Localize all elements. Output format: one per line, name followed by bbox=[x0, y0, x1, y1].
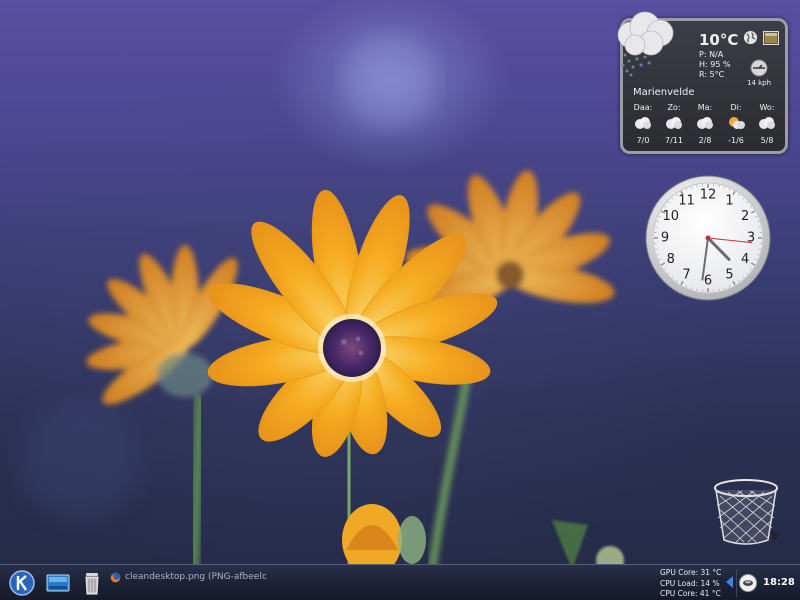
rain-clouds-icon bbox=[617, 11, 674, 77]
weather-location: Marienvelde bbox=[633, 87, 695, 98]
current-temperature: 10°C bbox=[699, 31, 739, 49]
clock-center-pin bbox=[705, 235, 711, 241]
clock-numeral: 12 bbox=[700, 188, 717, 203]
network-status-icon[interactable] bbox=[738, 573, 758, 593]
wind-speed: 14 kph bbox=[747, 79, 772, 87]
humidity-value: H: 95 % bbox=[699, 60, 731, 69]
clock-numeral: 9 bbox=[661, 231, 669, 246]
clock-numeral: 4 bbox=[741, 252, 749, 267]
clock-numeral: 5 bbox=[725, 268, 733, 283]
forecast-day: Wo: 5/8 bbox=[753, 103, 781, 145]
clock-numeral: 11 bbox=[678, 193, 695, 208]
tray-expand-arrow-icon[interactable] bbox=[724, 575, 734, 589]
system-clock[interactable]: 18:28 bbox=[763, 577, 795, 588]
wind-icon bbox=[750, 59, 768, 77]
cloudy-icon bbox=[635, 117, 651, 129]
forecast-temps: 7/11 bbox=[665, 136, 683, 145]
firefox-icon bbox=[110, 571, 121, 583]
clock-numeral: 1 bbox=[725, 193, 733, 208]
forecast-temps: 5/8 bbox=[760, 136, 774, 145]
weather-details: P: N/A H: 95 % R: 5°C bbox=[699, 50, 731, 80]
cpu-load: CPU Load: 14 % bbox=[660, 578, 720, 588]
forecast-day-label: Ma: bbox=[697, 103, 713, 112]
cloudy-icon bbox=[697, 117, 713, 129]
forecast-day-label: Di: bbox=[730, 103, 742, 112]
clock-numeral: 6 bbox=[704, 274, 712, 289]
system-monitor: GPU Core: 31 °C CPU Load: 14 % CPU Core:… bbox=[660, 568, 721, 600]
forecast-day: Ma: 2/8 bbox=[691, 103, 719, 145]
forecast-temps: 7/0 bbox=[636, 136, 650, 145]
forecast-day: Zo: 7/11 bbox=[660, 103, 688, 145]
forecast-day-label: Zo: bbox=[667, 103, 681, 112]
trash-bin-icon[interactable] bbox=[710, 474, 786, 550]
clock-numeral: 7 bbox=[682, 268, 690, 283]
cloudy-icon bbox=[759, 117, 775, 129]
taskbar-task-button[interactable]: cleandesktop.png (PNG-afbeelding... bbox=[110, 569, 266, 585]
pressure-value: P: N/A bbox=[699, 50, 724, 59]
task-title: cleandesktop.png (PNG-afbeelding... bbox=[125, 572, 266, 582]
clock-numeral: 3 bbox=[747, 231, 755, 246]
gpu-temperature: GPU Core: 31 °C bbox=[660, 568, 722, 577]
forecast-day: Daa: 7/0 bbox=[629, 103, 657, 145]
forecast-day-label: Daa: bbox=[633, 103, 653, 112]
clock-numeral: 8 bbox=[667, 252, 675, 267]
tray-divider bbox=[736, 569, 737, 597]
cpu-temperature: CPU Core: 41 °C bbox=[660, 589, 721, 598]
weather-widget[interactable]: 10°C P: N/A H: 95 % R: 5°C 14 kph Marien… bbox=[617, 11, 788, 154]
cloudy-icon bbox=[666, 117, 682, 129]
forecast-row: Daa: 7/0 Zo: 7/11 Ma: 2/8 Di: -1/6 Wo: 5… bbox=[629, 103, 781, 145]
analog-clock-widget[interactable]: 12 12 3 45678 9 1011 bbox=[644, 174, 772, 302]
satellite-map-icon[interactable] bbox=[763, 31, 779, 45]
show-desktop-icon[interactable] bbox=[44, 569, 72, 597]
globe-icon[interactable] bbox=[743, 30, 758, 45]
taskbar-panel: cleandesktop.png (PNG-afbeelding... GPU … bbox=[0, 564, 800, 600]
forecast-day-label: Wo: bbox=[759, 103, 775, 112]
forecast-day: Di: -1/6 bbox=[722, 103, 750, 145]
forecast-temps: 2/8 bbox=[698, 136, 712, 145]
sun-cloud-icon bbox=[729, 117, 745, 129]
trash-launcher-icon[interactable] bbox=[78, 569, 106, 597]
clock-numeral: 10 bbox=[663, 209, 680, 224]
feels-like-value: R: 5°C bbox=[699, 70, 725, 79]
clock-numeral: 2 bbox=[741, 209, 749, 224]
forecast-temps: -1/6 bbox=[728, 136, 744, 145]
kde-menu-icon[interactable] bbox=[8, 569, 36, 597]
